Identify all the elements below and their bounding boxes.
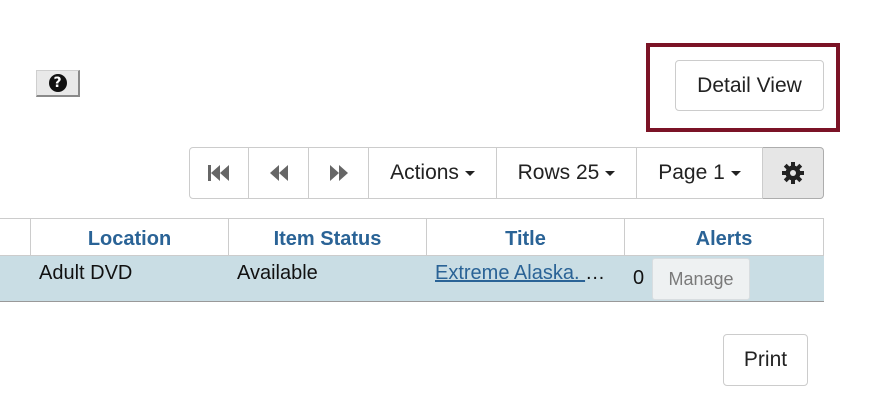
detail-view-button[interactable]: Detail View	[675, 60, 824, 111]
cell-alerts-count: 0	[633, 267, 645, 289]
previous-page-icon	[269, 165, 288, 181]
next-page-icon	[329, 165, 348, 181]
help-button[interactable]: ?	[36, 70, 80, 97]
page-dropdown[interactable]: Page 1	[637, 147, 763, 199]
title-ellipsis: …	[585, 262, 606, 284]
actions-dropdown[interactable]: Actions	[369, 147, 497, 199]
caret-down-icon	[730, 170, 741, 176]
question-icon: ?	[48, 74, 67, 92]
gear-icon	[782, 162, 804, 184]
column-header-item-status[interactable]: Item Status	[229, 218, 427, 255]
actions-label: Actions	[390, 161, 459, 184]
title-link[interactable]: Extreme Alaska.	[435, 262, 585, 284]
rows-label: Rows 25	[517, 161, 600, 184]
first-page-button[interactable]	[189, 147, 249, 199]
first-page-icon	[208, 165, 229, 181]
grid-toolbar: Actions Rows 25 Page 1	[189, 147, 824, 199]
items-grid: Location Item Status Title Alerts Adult …	[0, 218, 824, 303]
cell-location: Adult DVD	[39, 262, 133, 284]
caret-down-icon	[464, 170, 475, 176]
cell-item-status: Available	[237, 262, 318, 284]
rows-dropdown[interactable]: Rows 25	[497, 147, 637, 199]
settings-button[interactable]	[763, 147, 824, 199]
column-header-location[interactable]: Location	[31, 218, 229, 255]
column-header-alerts[interactable]: Alerts	[625, 218, 824, 255]
page-label: Page 1	[658, 161, 725, 184]
caret-down-icon	[605, 170, 616, 176]
manage-button[interactable]: Manage	[652, 258, 750, 300]
column-header-hidden	[0, 218, 31, 255]
column-header-title[interactable]: Title	[427, 218, 625, 255]
next-page-button[interactable]	[309, 147, 369, 199]
table-row[interactable]: Adult DVD Available Extreme Alaska. … 0 …	[0, 255, 824, 302]
previous-page-button[interactable]	[249, 147, 309, 199]
print-button[interactable]: Print	[723, 334, 808, 386]
